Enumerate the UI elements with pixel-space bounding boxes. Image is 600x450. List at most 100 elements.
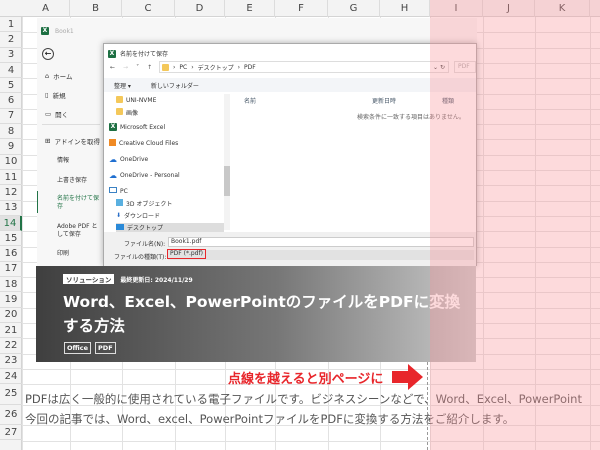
filetype-select[interactable] bbox=[168, 250, 474, 260]
navigation-pane: UNI-NVME 画像 X Microsoft Excel Creative Cloud… bbox=[104, 92, 232, 232]
backstage-info[interactable]: 情報 bbox=[57, 157, 102, 165]
row-header[interactable]: 16 bbox=[0, 247, 22, 262]
nav-tree-item[interactable]: PC bbox=[109, 187, 128, 195]
column-header[interactable]: D bbox=[175, 0, 225, 17]
column-header[interactable]: F bbox=[275, 0, 328, 17]
dialog-title: 名前を付けて保存 bbox=[120, 51, 169, 58]
row-header[interactable]: 7 bbox=[0, 109, 22, 125]
column-header[interactable]: G bbox=[328, 0, 380, 17]
nav-tree-label: OneDrive - Personal bbox=[120, 172, 180, 179]
row-header[interactable]: 14 bbox=[0, 215, 22, 232]
nav-tree-item[interactable]: 3D オブジェクト bbox=[116, 199, 172, 208]
row-header[interactable]: 3 bbox=[0, 48, 22, 63]
row-header[interactable]: 17 bbox=[0, 262, 22, 278]
row-header[interactable]: 4 bbox=[0, 63, 22, 79]
row-header[interactable]: 1 bbox=[0, 17, 22, 33]
row-header[interactable]: 13 bbox=[0, 201, 22, 216]
column-modified[interactable]: 更新日時 bbox=[372, 96, 396, 105]
updated-date: 最終更新日: 2024/11/29 bbox=[120, 276, 193, 284]
divider bbox=[42, 124, 100, 125]
home-icon: ⌂ bbox=[45, 72, 50, 80]
column-header[interactable]: B bbox=[70, 0, 122, 17]
column-header[interactable]: A bbox=[22, 0, 70, 17]
column-header[interactable]: E bbox=[225, 0, 275, 17]
history-chevron-icon[interactable]: ˅ bbox=[136, 64, 139, 71]
row-header[interactable]: 9 bbox=[0, 139, 22, 155]
row-header[interactable]: 20 bbox=[0, 308, 22, 323]
row-header[interactable]: 24 bbox=[0, 369, 22, 385]
label: ホーム bbox=[53, 73, 73, 81]
excel-backstage: X Book1 ← ⌂ ホーム ▯ 新規 ▭ 開く ⊞ アドインを取得 情報 上書き保存… bbox=[37, 18, 477, 267]
article-title-line2: する方法 bbox=[63, 317, 126, 335]
row-header[interactable]: 8 bbox=[0, 124, 22, 140]
backstage-item-open[interactable]: ▭ 開く bbox=[45, 109, 68, 119]
tag-pdf[interactable]: PDF bbox=[95, 342, 116, 354]
row-header[interactable]: 2 bbox=[0, 32, 22, 48]
filetype-value[interactable]: PDF (*.pdf) bbox=[167, 249, 206, 259]
excel-icon: X bbox=[109, 123, 117, 131]
row-header[interactable]: 12 bbox=[0, 185, 22, 201]
row-header[interactable]: 19 bbox=[0, 292, 22, 308]
nav-tree-label: 3D オブジェクト bbox=[126, 201, 173, 208]
breadcrumb-pdf[interactable]: PDF bbox=[244, 64, 256, 71]
backstage-save-adobe-pdf[interactable]: Adobe PDF として保存 bbox=[57, 223, 102, 239]
back-icon[interactable]: ← bbox=[42, 48, 54, 60]
row-header[interactable]: 6 bbox=[0, 94, 22, 109]
nav-tree-label: OneDrive bbox=[120, 156, 149, 163]
column-name[interactable]: 名前 bbox=[244, 96, 256, 105]
nav-tree-item[interactable]: デスクトップ bbox=[116, 223, 224, 232]
row-header[interactable]: 15 bbox=[0, 231, 22, 247]
breadcrumb-pc[interactable]: PC bbox=[179, 64, 187, 71]
label: 開く bbox=[55, 111, 69, 119]
row-header[interactable]: 22 bbox=[0, 338, 22, 354]
nav-tree-item[interactable]: 画像 bbox=[116, 108, 138, 117]
up-arrow-icon[interactable]: ↑ bbox=[147, 64, 152, 71]
tag-office[interactable]: Office bbox=[64, 342, 92, 354]
download-icon: ⬇ bbox=[116, 212, 122, 219]
open-folder-icon: ▭ bbox=[45, 110, 52, 118]
new-folder-button[interactable]: 新しいフォルダー bbox=[151, 81, 199, 90]
backstage-item-new[interactable]: ▯ 新規 bbox=[45, 90, 66, 100]
label: 新規 bbox=[52, 92, 66, 100]
3d-objects-icon bbox=[116, 199, 123, 208]
print-overflow-area bbox=[430, 0, 600, 450]
column-header[interactable]: H bbox=[380, 0, 430, 17]
forward-arrow-icon[interactable]: → bbox=[123, 64, 128, 71]
backstage-save-as[interactable]: 名前を付けて保存 bbox=[57, 195, 102, 211]
new-file-icon: ▯ bbox=[45, 91, 49, 99]
backstage-item-home[interactable]: ⌂ ホーム bbox=[45, 71, 72, 81]
excel-icon: X bbox=[41, 27, 49, 35]
label: アドインを取得 bbox=[54, 138, 100, 146]
nav-tree-item[interactable]: ☁ OneDrive bbox=[109, 155, 148, 164]
row-header[interactable]: 27 bbox=[0, 425, 22, 441]
row-header[interactable]: 26 bbox=[0, 405, 22, 426]
nav-tree-item[interactable]: ☁ OneDrive - Personal bbox=[109, 171, 180, 180]
row-header[interactable]: 21 bbox=[0, 323, 22, 339]
row-header[interactable]: 10 bbox=[0, 155, 22, 170]
nav-scrollbar[interactable] bbox=[224, 94, 230, 230]
nav-tree-item[interactable]: Creative Cloud Files bbox=[109, 139, 178, 148]
backstage-item-addins[interactable]: ⊞ アドインを取得 bbox=[45, 136, 100, 146]
nav-tree-item[interactable]: X Microsoft Excel bbox=[109, 123, 165, 131]
address-bar[interactable]: › PC › デスクトップ › PDF ⌄ ↻ bbox=[159, 61, 449, 73]
row-header[interactable]: 5 bbox=[0, 78, 22, 94]
nav-tree-label: デスクトップ bbox=[127, 225, 164, 232]
row-header[interactable]: 11 bbox=[0, 170, 22, 186]
row-header[interactable]: 25 bbox=[0, 384, 22, 405]
nav-tree-item[interactable]: ⬇ ダウンロード bbox=[116, 211, 160, 220]
onedrive-icon: ☁ bbox=[109, 171, 117, 180]
filename-label: ファイル名(N): bbox=[124, 241, 166, 248]
folder-icon bbox=[116, 108, 123, 117]
row-header[interactable]: 23 bbox=[0, 354, 22, 369]
breadcrumb-desktop[interactable]: デスクトップ bbox=[198, 63, 234, 72]
back-arrow-icon[interactable]: ← bbox=[110, 64, 115, 71]
desktop-icon bbox=[116, 223, 124, 232]
backstage-print[interactable]: 印刷 bbox=[57, 250, 102, 258]
nav-tree-item[interactable]: UNI-NVME bbox=[116, 96, 156, 105]
backstage-save[interactable]: 上書き保存 bbox=[57, 177, 102, 185]
article-title-line1: Word、Excel、PowerPointのファイルをPDFに変換 bbox=[63, 293, 461, 311]
filename-input[interactable]: Book1.pdf bbox=[168, 237, 474, 247]
organize-button[interactable]: 整理 ▾ bbox=[114, 81, 131, 90]
column-header[interactable]: C bbox=[122, 0, 175, 17]
row-header[interactable]: 18 bbox=[0, 277, 22, 293]
